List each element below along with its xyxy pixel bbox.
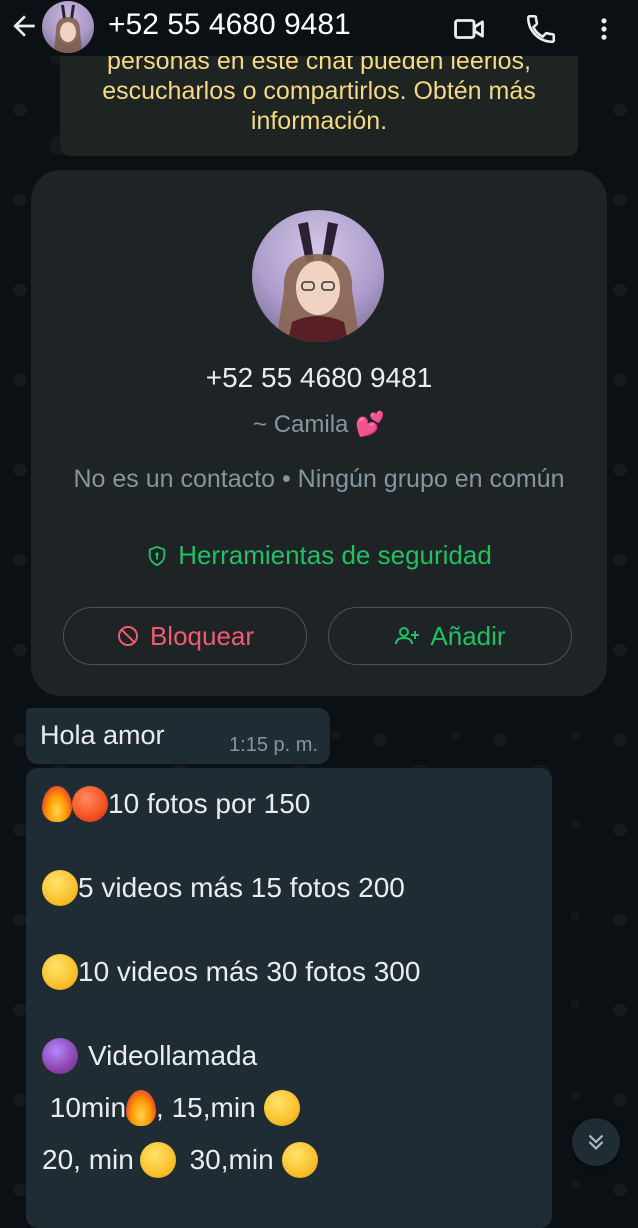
upside-down-face-emoji-icon [42,870,78,906]
message-line-text: 10min [42,1092,127,1123]
hot-face-emoji-icon [72,786,108,822]
video-call-icon[interactable] [452,12,486,46]
message-line-text: 5 videos más 15 fotos 200 [78,872,405,903]
message-text: Hola amor [40,720,165,750]
fire-emoji-icon [42,786,72,822]
phone-call-icon[interactable] [524,12,558,46]
contact-avatar[interactable] [42,1,94,53]
chat-header: +52 55 4680 9481 [0,0,638,56]
chat-title[interactable]: +52 55 4680 9481 [108,8,351,42]
contact-push-name: ~ Camila 💕 [253,411,385,438]
message-line: 20, min 30,min [42,1142,318,1178]
message-line-text: 30,min [181,1144,274,1175]
message-line: Videollamada [42,1038,257,1074]
contact-info-card: +52 55 4680 9481 ~ Camila 💕 No es un con… [31,170,607,696]
encryption-notice-text: personas en este chat pueden leerlos, es… [102,56,536,135]
message-line-text: 10 videos más 30 fotos 300 [78,956,421,987]
contact-phone-number: +52 55 4680 9481 [205,362,433,393]
face-with-hand-emoji-icon [139,1142,176,1178]
add-contact-label: Añadir [430,620,506,651]
message-line: 5 videos más 15 fotos 200 [42,870,405,906]
woozy-face-emoji-icon [42,954,78,990]
back-arrow-icon[interactable] [8,10,40,42]
message-line-text: 20, min [42,1144,134,1175]
shield-icon [148,545,166,566]
flushed-face-emoji-icon [281,1142,318,1178]
add-contact-button[interactable]: Añadir [328,607,572,665]
contact-meta-info: No es un contacto • Ningún grupo en comú… [73,465,565,493]
message-timestamp: 1:15 p. m. [229,734,318,756]
safety-tools-link[interactable]: Herramientas de seguridad [31,540,607,571]
message-line: 10min , 15,min [42,1090,300,1126]
safety-tools-label: Herramientas de seguridad [178,540,492,570]
add-person-icon [395,627,420,645]
fire-emoji-icon [126,1090,157,1126]
heart-eyes-emoji-icon [263,1090,300,1126]
scroll-to-bottom-button[interactable] [572,1118,620,1166]
block-button[interactable]: Bloquear [63,607,307,665]
encryption-notice[interactable]: personas en este chat pueden leerlos, es… [60,56,578,156]
block-icon [117,626,138,646]
more-vert-icon[interactable] [590,12,618,46]
block-button-label: Bloquear [149,620,255,651]
message-line-text: Videollamada [88,1040,258,1071]
incoming-message[interactable]: 10 fotos por 150 5 videos más 15 fotos 2… [26,768,552,1228]
message-line-text: , 15,min [156,1092,256,1123]
double-chevron-down-icon [588,1134,604,1151]
message-line-text: 10 fotos por 150 [108,788,311,819]
smiling-devil-emoji-icon [42,1038,78,1074]
message-line: 10 videos más 30 fotos 300 [42,954,420,990]
incoming-message[interactable]: Hola amor 1:15 p. m. [26,708,330,764]
contact-profile-photo[interactable] [252,210,384,342]
message-line: 10 fotos por 150 [42,786,310,822]
